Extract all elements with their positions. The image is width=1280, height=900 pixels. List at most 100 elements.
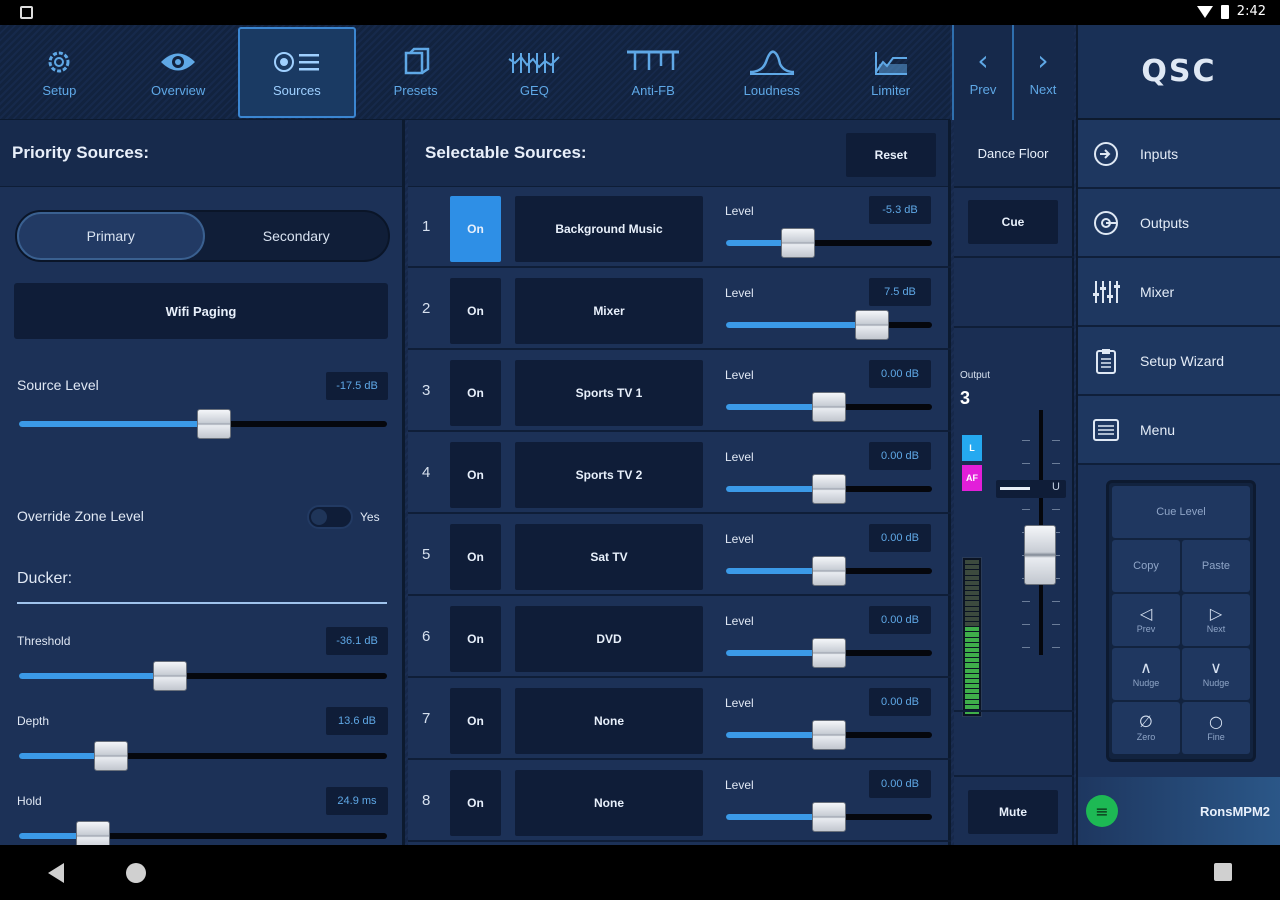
source-name-select[interactable]: Mixer	[515, 278, 703, 344]
source-name-select[interactable]: None	[515, 688, 703, 754]
keypad-prev-button[interactable]: ◁ Prev	[1112, 594, 1180, 646]
cue-button[interactable]: Cue	[968, 200, 1058, 244]
source-on-button[interactable]: On	[450, 688, 501, 754]
slider-thumb[interactable]	[812, 638, 846, 668]
slider-thumb[interactable]	[94, 741, 128, 771]
source-on-button[interactable]: On	[450, 196, 501, 262]
source-row: 1 On Background Music Level -5.3 dB	[408, 188, 951, 268]
menu-item-mixer[interactable]: Mixer	[1078, 258, 1280, 327]
tab-limiter[interactable]: Limiter	[831, 25, 950, 120]
source-level-slider[interactable]	[726, 305, 932, 345]
now-playing[interactable]: ≡ RonsMPM2	[1078, 777, 1280, 845]
source-level-slider[interactable]	[726, 223, 932, 263]
source-level-value[interactable]: -17.5 dB	[326, 372, 388, 400]
source-row: 3 On Sports TV 1 Level 0.00 dB	[408, 352, 951, 432]
source-on-button[interactable]: On	[450, 442, 501, 508]
source-level-slider[interactable]	[726, 551, 932, 591]
paste-button[interactable]: Paste	[1182, 540, 1250, 592]
cue-level-button[interactable]: Cue Level	[1112, 486, 1250, 538]
prev-button[interactable]: ‹ Prev	[952, 25, 1012, 120]
slider-thumb[interactable]	[197, 409, 232, 439]
wifi-icon	[1196, 5, 1213, 18]
tab-sources[interactable]: Sources	[237, 27, 357, 118]
source-level-slider[interactable]	[726, 715, 932, 755]
source-row: 2 On Mixer Level 7.5 dB	[408, 270, 951, 350]
override-zone-level-toggle[interactable]	[307, 505, 353, 529]
threshold-slider[interactable]	[19, 656, 387, 696]
menu-item-label: Mixer	[1140, 283, 1175, 300]
priority-source-select[interactable]: Wifi Paging	[14, 283, 388, 339]
nudge-down-button[interactable]: ∨ Nudge	[1182, 648, 1250, 700]
source-on-button[interactable]: On	[450, 360, 501, 426]
source-row: 6 On DVD Level 0.00 dB	[408, 598, 951, 678]
source-on-button[interactable]: On	[450, 524, 501, 590]
source-level-slider[interactable]	[19, 404, 387, 444]
slider-thumb[interactable]	[812, 802, 846, 832]
next-button[interactable]: › Next	[1012, 25, 1072, 120]
slider-thumb[interactable]	[812, 720, 846, 750]
tab-anti-fb[interactable]: Anti-FB	[594, 25, 713, 120]
depth-value[interactable]: 13.6 dB	[326, 707, 388, 735]
output-fader[interactable]	[1024, 525, 1056, 585]
source-number: 5	[422, 546, 431, 563]
hold-value[interactable]: 24.9 ms	[326, 787, 388, 815]
threshold-value[interactable]: -36.1 dB	[326, 627, 388, 655]
slider-thumb[interactable]	[781, 228, 816, 258]
menu-item-setup-wizard[interactable]: Setup Wizard	[1078, 327, 1280, 396]
pan-control[interactable]: U	[996, 480, 1066, 498]
tab-presets[interactable]: Presets	[356, 25, 475, 120]
tab-geq[interactable]: GEQ	[475, 25, 594, 120]
primary-button[interactable]: Primary	[17, 212, 205, 260]
source-name-select[interactable]: DVD	[515, 606, 703, 672]
source-level-slider[interactable]	[726, 633, 932, 673]
source-level-value[interactable]: 0.00 dB	[869, 524, 931, 552]
slider-thumb[interactable]	[812, 474, 846, 504]
tab-label: Limiter	[871, 83, 911, 98]
level-label: Level	[725, 450, 754, 464]
zero-button[interactable]: ∅ Zero	[1112, 702, 1180, 754]
back-icon[interactable]	[48, 863, 64, 883]
source-level-value[interactable]: -5.3 dB	[869, 196, 931, 224]
tab-overview[interactable]: Overview	[119, 25, 238, 120]
source-level-value[interactable]: 0.00 dB	[869, 442, 931, 470]
copy-button[interactable]: Copy	[1112, 540, 1180, 592]
source-level-value[interactable]: 0.00 dB	[869, 606, 931, 634]
nudge-up-button[interactable]: ∧ Nudge	[1112, 648, 1180, 700]
depth-slider[interactable]	[19, 736, 387, 776]
source-on-button[interactable]: On	[450, 770, 501, 836]
source-on-button[interactable]: On	[450, 606, 501, 672]
source-name-select[interactable]: None	[515, 770, 703, 836]
status-bar: 2:42	[0, 0, 1280, 25]
chevron-right-icon: ›	[1037, 44, 1049, 77]
home-icon[interactable]	[126, 863, 146, 883]
tab-loudness[interactable]: Loudness	[713, 25, 832, 120]
ducker-heading: Ducker:	[17, 570, 73, 587]
source-level-value[interactable]: 7.5 dB	[869, 278, 931, 306]
reset-button[interactable]: Reset	[846, 133, 936, 177]
keypad-next-button[interactable]: ▷ Next	[1182, 594, 1250, 646]
source-level-value[interactable]: 0.00 dB	[869, 770, 931, 798]
slider-thumb[interactable]	[152, 661, 187, 691]
now-playing-name: RonsMPM2	[1199, 803, 1270, 819]
source-name-select[interactable]: Sat TV	[515, 524, 703, 590]
source-name-select[interactable]: Background Music	[515, 196, 703, 262]
fine-button[interactable]: ○ Fine	[1182, 702, 1250, 754]
menu-item-outputs[interactable]: Outputs	[1078, 189, 1280, 258]
source-name-select[interactable]: Sports TV 2	[515, 442, 703, 508]
source-name-select[interactable]: Sports TV 1	[515, 360, 703, 426]
source-level-slider[interactable]	[726, 797, 932, 837]
slider-thumb[interactable]	[812, 556, 846, 586]
menu-item-inputs[interactable]: Inputs	[1078, 120, 1280, 189]
source-level-value[interactable]: 0.00 dB	[869, 688, 931, 716]
source-on-button[interactable]: On	[450, 278, 501, 344]
source-level-value[interactable]: 0.00 dB	[869, 360, 931, 388]
source-level-slider[interactable]	[726, 469, 932, 509]
slider-thumb[interactable]	[855, 310, 890, 340]
slider-thumb[interactable]	[812, 392, 846, 422]
mute-button[interactable]: Mute	[968, 790, 1058, 834]
recent-apps-icon[interactable]	[1214, 863, 1232, 881]
tab-setup[interactable]: Setup	[0, 25, 119, 120]
source-level-slider[interactable]	[726, 387, 932, 427]
secondary-button[interactable]: Secondary	[205, 212, 389, 260]
menu-item-menu[interactable]: Menu	[1078, 396, 1280, 465]
